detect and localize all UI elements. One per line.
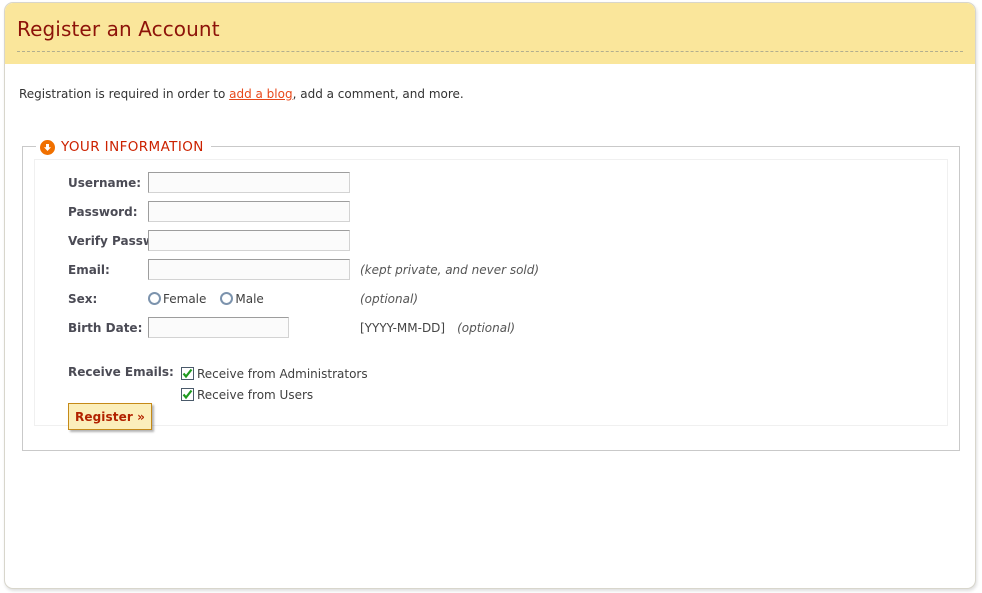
sex-hint: (optional) <box>360 291 418 306</box>
username-input[interactable] <box>148 172 350 193</box>
down-arrow-circle-icon <box>40 139 55 155</box>
verify-password-input[interactable] <box>148 230 350 251</box>
username-label: Username: <box>68 175 142 190</box>
fieldset-legend-label: YOUR INFORMATION <box>61 139 204 155</box>
sex-radio-group: Female Male <box>148 292 264 306</box>
checkbox-administrators-label: Receive from Administrators <box>197 366 368 381</box>
form-row-sex: Sex: Female Male (optional) <box>35 284 947 313</box>
birth-date-label: Birth Date: <box>68 320 143 335</box>
header-divider <box>17 51 963 52</box>
receive-emails-label: Receive Emails: <box>68 365 174 379</box>
your-information-fieldset: YOUR INFORMATION Username: Password: Ver… <box>22 136 960 451</box>
email-label: Email: <box>68 262 110 277</box>
checkmark-icon-users[interactable] <box>181 388 194 401</box>
birth-date-field-wrap <box>148 317 360 338</box>
form-row-email: Email: (kept private, and never sold) <box>35 255 947 284</box>
password-label: Password: <box>68 204 138 219</box>
receive-emails-group: Receive from Administrators Receive from… <box>181 363 368 405</box>
add-a-blog-link[interactable]: add a blog <box>229 87 292 101</box>
birth-date-format-hint: [YYYY-MM-DD] <box>360 320 446 335</box>
checkbox-users-label: Receive from Users <box>197 387 314 402</box>
email-input[interactable] <box>148 259 350 280</box>
birth-date-optional-hint: (optional) <box>457 320 516 335</box>
page-card: Register an Account Registration is requ… <box>4 2 976 589</box>
register-button[interactable]: Register » <box>68 403 152 430</box>
radio-icon-male[interactable] <box>220 292 234 305</box>
form-row-password: Password: <box>35 197 947 226</box>
form-row-verify-password: Verify Password: <box>35 226 947 255</box>
verify-password-field-wrap <box>148 230 360 251</box>
page-title: Register an Account <box>17 17 220 41</box>
checkbox-receive-from-users[interactable]: Receive from Users <box>181 384 368 405</box>
sex-option-male-label: Male <box>235 291 264 306</box>
checkbox-receive-from-administrators[interactable]: Receive from Administrators <box>181 363 368 384</box>
password-input[interactable] <box>148 201 350 222</box>
sex-field-wrap: Female Male <box>148 292 360 306</box>
intro-prefix: Registration is required in order to <box>19 87 230 101</box>
radio-icon-female[interactable] <box>148 292 161 305</box>
password-field-wrap <box>148 201 360 222</box>
sex-option-female[interactable]: Female <box>148 292 206 306</box>
email-field-wrap <box>148 259 360 280</box>
fieldset-legend: YOUR INFORMATION <box>36 136 211 158</box>
form-row-username: Username: <box>35 168 947 197</box>
intro-text: Registration is required in order to add… <box>19 87 464 101</box>
username-field-wrap <box>148 172 360 193</box>
verify-password-label: Verify Password: <box>68 233 182 248</box>
sex-label: Sex: <box>68 291 98 306</box>
intro-suffix: , add a comment, and more. <box>292 87 464 101</box>
email-hint: (kept private, and never sold) <box>360 262 540 277</box>
form-row-birth-date: Birth Date: [YYYY-MM-DD] (optional) <box>35 313 947 342</box>
checkmark-icon-administrators[interactable] <box>181 367 194 380</box>
form-table: Username: Password: Verify Password: Ema… <box>34 159 948 430</box>
header-banner: Register an Account <box>5 3 975 64</box>
birth-date-input[interactable] <box>148 317 289 338</box>
sex-option-male[interactable]: Male <box>220 291 264 306</box>
sex-option-female-label: Female <box>163 291 207 306</box>
